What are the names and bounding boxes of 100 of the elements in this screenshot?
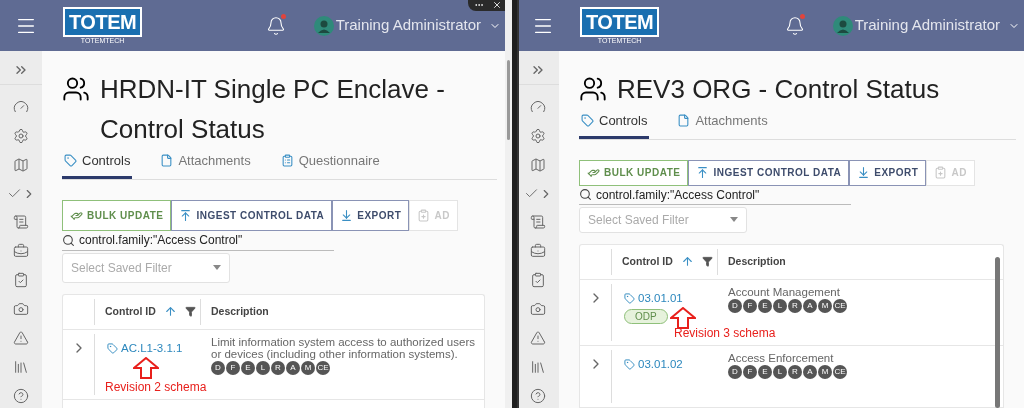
help-icon[interactable]: [530, 388, 546, 404]
annotation-text: Revision 3 schema: [674, 326, 776, 341]
status-badge: F: [743, 298, 757, 313]
odp-tag: ODP: [624, 309, 668, 324]
sort-arrow-icon[interactable]: [163, 305, 177, 318]
scroll-icon[interactable]: [530, 214, 546, 230]
column-header[interactable]: Control ID: [622, 253, 673, 270]
status-badge: R: [788, 365, 802, 379]
saved-filter-placeholder: Select Saved Filter: [588, 211, 689, 229]
search-value: control.family:"Access Control": [596, 186, 760, 204]
action-button[interactable]: BULK UPDATE: [579, 159, 689, 186]
notification-bell-icon[interactable]: [784, 15, 805, 36]
status-badge: F: [743, 365, 757, 379]
search-field[interactable]: control.family:"Access Control": [579, 185, 851, 205]
status-badge: D: [728, 298, 742, 313]
status-badge: A: [286, 360, 300, 375]
search-field[interactable]: control.family:"Access Control": [62, 230, 334, 251]
users-icon: [579, 75, 607, 103]
warning-icon[interactable]: [13, 330, 29, 346]
download-icon: [857, 166, 871, 180]
user-name[interactable]: Training Administrator: [335, 14, 481, 37]
window-scrollbar[interactable]: [505, 0, 512, 408]
download-icon: [340, 208, 354, 222]
control-id-link[interactable]: AC.L1-3.1.1: [107, 339, 201, 357]
briefcase-icon[interactable]: [13, 243, 29, 259]
filter-icon[interactable]: [184, 306, 196, 317]
status-badge: A: [803, 365, 817, 379]
library-icon[interactable]: [530, 359, 546, 375]
user-name[interactable]: Training Administrator: [854, 14, 1000, 37]
control-id-link[interactable]: 03.01.02: [624, 356, 718, 374]
hand-icon: [587, 166, 600, 180]
settings-icon[interactable]: [530, 128, 546, 144]
library-icon[interactable]: [13, 359, 29, 375]
gauge-icon[interactable]: [530, 99, 546, 115]
notification-bell-icon[interactable]: [265, 15, 286, 36]
saved-filter-select[interactable]: Select Saved Filter: [62, 252, 230, 283]
status-badge: CE: [316, 360, 330, 375]
map-icon[interactable]: [13, 157, 29, 173]
close-icon: [492, 0, 502, 10]
saved-filter-select[interactable]: Select Saved Filter: [579, 206, 747, 233]
status-badge: F: [226, 360, 240, 375]
column-header[interactable]: Description: [718, 253, 786, 270]
users-icon: [62, 75, 90, 103]
clipboard-check-icon[interactable]: [13, 272, 29, 288]
action-button[interactable]: INGEST CONTROL DATA: [688, 159, 850, 186]
status-badge: L: [256, 360, 270, 375]
tab[interactable]: Questionnaire: [278, 151, 382, 179]
help-icon[interactable]: [13, 388, 29, 404]
warning-icon[interactable]: [530, 330, 546, 346]
gauge-icon[interactable]: [13, 99, 29, 115]
status-badge: M: [818, 365, 832, 379]
sort-arrow-icon[interactable]: [680, 255, 694, 269]
status-badge: CE: [833, 298, 847, 313]
upload-icon: [179, 208, 193, 222]
tag-icon: [107, 342, 118, 354]
action-button[interactable]: EXPORT: [332, 199, 410, 231]
tab[interactable]: Attachments: [675, 111, 770, 139]
camera-icon[interactable]: [13, 301, 29, 317]
logo-text: TOTEM: [63, 6, 143, 37]
tab[interactable]: Controls: [579, 111, 650, 139]
search-value: control.family:"Access Control": [79, 232, 243, 249]
action-button[interactable]: EXPORT: [849, 159, 927, 186]
status-badge: A: [803, 298, 817, 313]
up-arrow-drawing: [669, 307, 696, 329]
avatar-icon[interactable]: [832, 15, 853, 36]
upload-icon: [696, 166, 710, 180]
status-badge: M: [818, 298, 832, 313]
status-badge: M: [301, 360, 315, 375]
status-badge: R: [271, 360, 285, 375]
search-icon: [579, 188, 592, 202]
status-badge: E: [758, 298, 772, 313]
status-badge: D: [728, 365, 742, 379]
settings-icon[interactable]: [13, 128, 29, 144]
scrollbar[interactable]: [995, 256, 1000, 408]
filter-icon[interactable]: [701, 256, 713, 268]
search-icon: [62, 233, 75, 247]
tag-icon: [581, 114, 594, 128]
avatar-icon[interactable]: [313, 15, 334, 36]
up-arrow-drawing: [133, 356, 159, 379]
column-header[interactable]: Description: [201, 303, 269, 320]
control-id-link[interactable]: 03.01.01: [624, 289, 718, 307]
action-button[interactable]: INGEST CONTROL DATA: [171, 199, 333, 231]
clipboard-check-icon[interactable]: [530, 272, 546, 288]
action-button[interactable]: BULK UPDATE: [62, 199, 172, 231]
page-title: HRDN-IT Single PC Enclave - Control Status: [100, 73, 446, 146]
document-icon: [160, 154, 174, 168]
briefcase-icon[interactable]: [530, 243, 546, 259]
camera-icon[interactable]: [530, 301, 546, 317]
clipboard-icon: [417, 208, 431, 222]
tab[interactable]: Controls: [62, 151, 133, 179]
control-description: Limit information system access to authorized users or devices (including other information systems).: [211, 335, 476, 360]
tag-icon: [624, 292, 635, 304]
dropdown-caret-icon: [213, 265, 221, 270]
clipboard-icon: [280, 154, 294, 168]
map-icon[interactable]: [530, 157, 546, 173]
status-badge: CE: [833, 365, 847, 379]
status-badge: E: [758, 365, 772, 379]
column-header[interactable]: Control ID: [105, 303, 156, 320]
tab[interactable]: Attachments: [158, 151, 253, 179]
scroll-icon[interactable]: [13, 214, 29, 230]
